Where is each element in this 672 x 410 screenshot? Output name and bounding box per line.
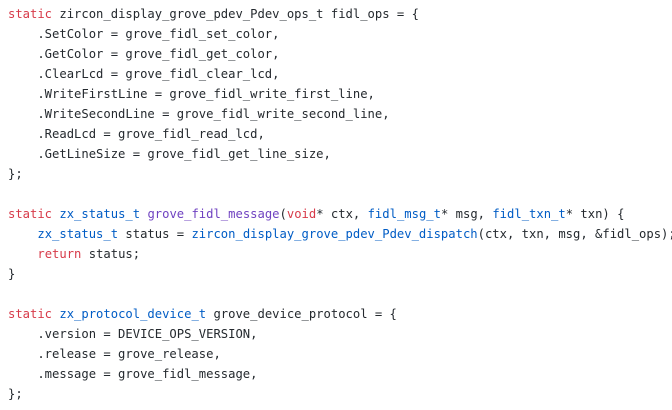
code-text-token: * txn) { bbox=[565, 207, 625, 221]
code-line: .ReadLcd = grove_fidl_read_lcd, bbox=[8, 124, 672, 144]
type-token: zx_status_t bbox=[37, 227, 119, 241]
code-text-token: .version = DEVICE_OPS_VERSION, bbox=[8, 327, 258, 341]
type-token: fidl_txn_t bbox=[492, 207, 566, 221]
code-text-token: } bbox=[8, 267, 16, 281]
code-line: }; bbox=[8, 384, 672, 404]
code-line: .SetColor = grove_fidl_set_color, bbox=[8, 24, 672, 44]
code-text-token: status; bbox=[81, 247, 141, 261]
code-line: }; bbox=[8, 164, 672, 184]
code-text-token: .ReadLcd = grove_fidl_read_lcd, bbox=[8, 127, 265, 141]
code-line: .version = DEVICE_OPS_VERSION, bbox=[8, 324, 672, 344]
code-line: zx_status_t status = zircon_display_grov… bbox=[8, 224, 672, 244]
type-token: zx_status_t bbox=[59, 207, 141, 221]
code-text-token: }; bbox=[8, 167, 23, 181]
keyword-token: static bbox=[8, 207, 53, 221]
code-line: static zx_status_t grove_fidl_message(vo… bbox=[8, 204, 672, 224]
code-text-token: .release = grove_release, bbox=[8, 347, 221, 361]
code-text-token: status = bbox=[118, 227, 192, 241]
type-token: zx_protocol_device_t bbox=[59, 307, 207, 321]
code-text-token: zircon_display_grove_pdev_Pdev_ops_t fid… bbox=[52, 7, 419, 21]
function-name-token: grove_fidl_message bbox=[147, 207, 280, 221]
code-line: static zx_protocol_device_t grove_device… bbox=[8, 304, 672, 324]
code-text-token: }; bbox=[8, 387, 23, 401]
code-line: ​ bbox=[8, 284, 672, 304]
type-token: zircon_display_grove_pdev_Pdev_dispatch bbox=[191, 227, 478, 241]
code-text-token: .WriteSecondLine = grove_fidl_write_seco… bbox=[8, 107, 390, 121]
code-text-token: .WriteFirstLine = grove_fidl_write_first… bbox=[8, 87, 375, 101]
keyword-token: void bbox=[286, 207, 317, 221]
code-text-token: * ctx, bbox=[316, 207, 368, 221]
code-view[interactable]: static zircon_display_grove_pdev_Pdev_op… bbox=[0, 0, 672, 410]
code-text-token: .message = grove_fidl_message, bbox=[8, 367, 258, 381]
code-text-token: * msg, bbox=[440, 207, 493, 221]
code-text-token: (ctx, txn, msg, &fidl_ops); bbox=[477, 227, 672, 241]
keyword-token: return bbox=[37, 247, 82, 261]
code-text-token: .SetColor = grove_fidl_set_color, bbox=[8, 27, 280, 41]
code-line: .release = grove_release, bbox=[8, 344, 672, 364]
code-text-token: .GetColor = grove_fidl_get_color, bbox=[8, 47, 280, 61]
keyword-token: static bbox=[8, 7, 53, 21]
code-text-token: .GetLineSize = grove_fidl_get_line_size, bbox=[8, 147, 331, 161]
code-line: .WriteSecondLine = grove_fidl_write_seco… bbox=[8, 104, 672, 124]
code-text-token: .ClearLcd = grove_fidl_clear_lcd, bbox=[8, 67, 280, 81]
code-line: .GetLineSize = grove_fidl_get_line_size, bbox=[8, 144, 672, 164]
code-line: static zircon_display_grove_pdev_Pdev_op… bbox=[8, 4, 672, 24]
code-line: .WriteFirstLine = grove_fidl_write_first… bbox=[8, 84, 672, 104]
code-line: .GetColor = grove_fidl_get_color, bbox=[8, 44, 672, 64]
code-line: .ClearLcd = grove_fidl_clear_lcd, bbox=[8, 64, 672, 84]
code-line: return status; bbox=[8, 244, 672, 264]
code-line: } bbox=[8, 264, 672, 284]
code-line: ​ bbox=[8, 184, 672, 204]
code-text-token: ( bbox=[279, 207, 287, 221]
code-text-token: grove_device_protocol = { bbox=[206, 307, 397, 321]
type-token: fidl_msg_t bbox=[367, 207, 441, 221]
code-line: .message = grove_fidl_message, bbox=[8, 364, 672, 384]
keyword-token: static bbox=[8, 307, 53, 321]
